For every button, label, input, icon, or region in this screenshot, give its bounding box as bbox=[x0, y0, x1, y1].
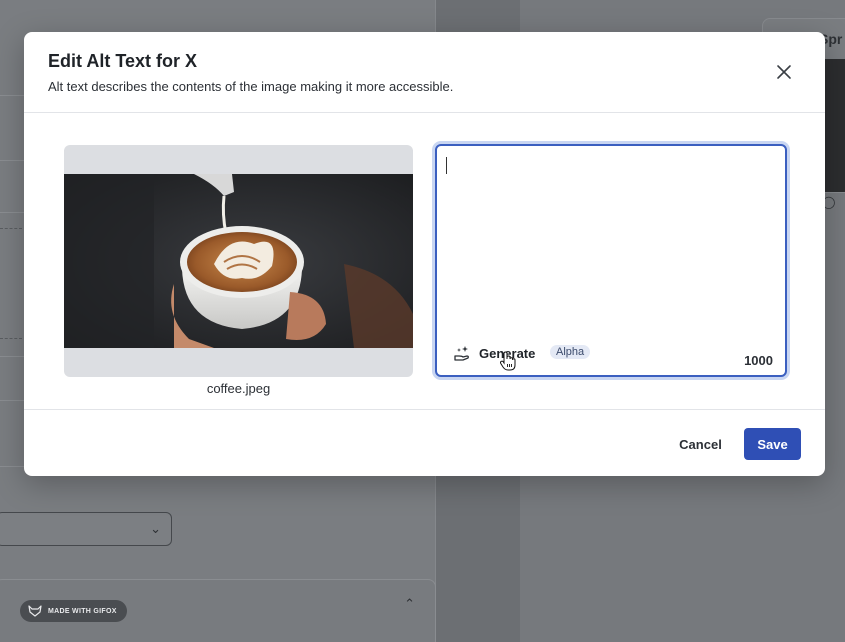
close-icon bbox=[777, 65, 791, 79]
generate-button[interactable]: Generate bbox=[453, 344, 535, 362]
chevron-up-icon: ⌃ bbox=[404, 596, 415, 611]
background-dashed-line bbox=[0, 228, 22, 229]
save-button[interactable]: Save bbox=[744, 428, 801, 460]
edit-alt-text-dialog: Edit Alt Text for X Alt text describes t… bbox=[24, 32, 825, 476]
background-card-image bbox=[825, 59, 845, 192]
pointer-cursor-icon bbox=[499, 351, 516, 371]
cancel-button[interactable]: Cancel bbox=[664, 429, 737, 459]
watermark-label: MADE WITH GIFOX bbox=[48, 607, 117, 615]
character-count: 1000 bbox=[744, 353, 773, 368]
dialog-footer: Cancel Save bbox=[24, 409, 825, 476]
background-select: ⌄ bbox=[0, 512, 172, 546]
dialog-header: Edit Alt Text for X Alt text describes t… bbox=[24, 32, 825, 113]
image-preview bbox=[64, 145, 413, 377]
text-caret bbox=[446, 157, 447, 174]
alt-text-field-container: Generate Alpha 1000 bbox=[435, 144, 787, 377]
hand-sparkle-icon bbox=[454, 346, 469, 361]
fox-logo-icon bbox=[28, 605, 42, 617]
gifox-watermark: MADE WITH GIFOX bbox=[20, 600, 127, 622]
alpha-badge: Alpha bbox=[550, 345, 591, 359]
image-filename: coffee.jpeg bbox=[206, 381, 271, 396]
chevron-down-icon: ⌄ bbox=[150, 521, 161, 536]
background-dashed-line bbox=[0, 338, 22, 339]
coffee-photo bbox=[64, 174, 413, 348]
dialog-title: Edit Alt Text for X bbox=[48, 51, 198, 71]
close-button[interactable] bbox=[772, 60, 796, 84]
dialog-subtitle: Alt text describes the contents of the i… bbox=[48, 79, 454, 94]
alt-text-input[interactable] bbox=[443, 152, 779, 332]
